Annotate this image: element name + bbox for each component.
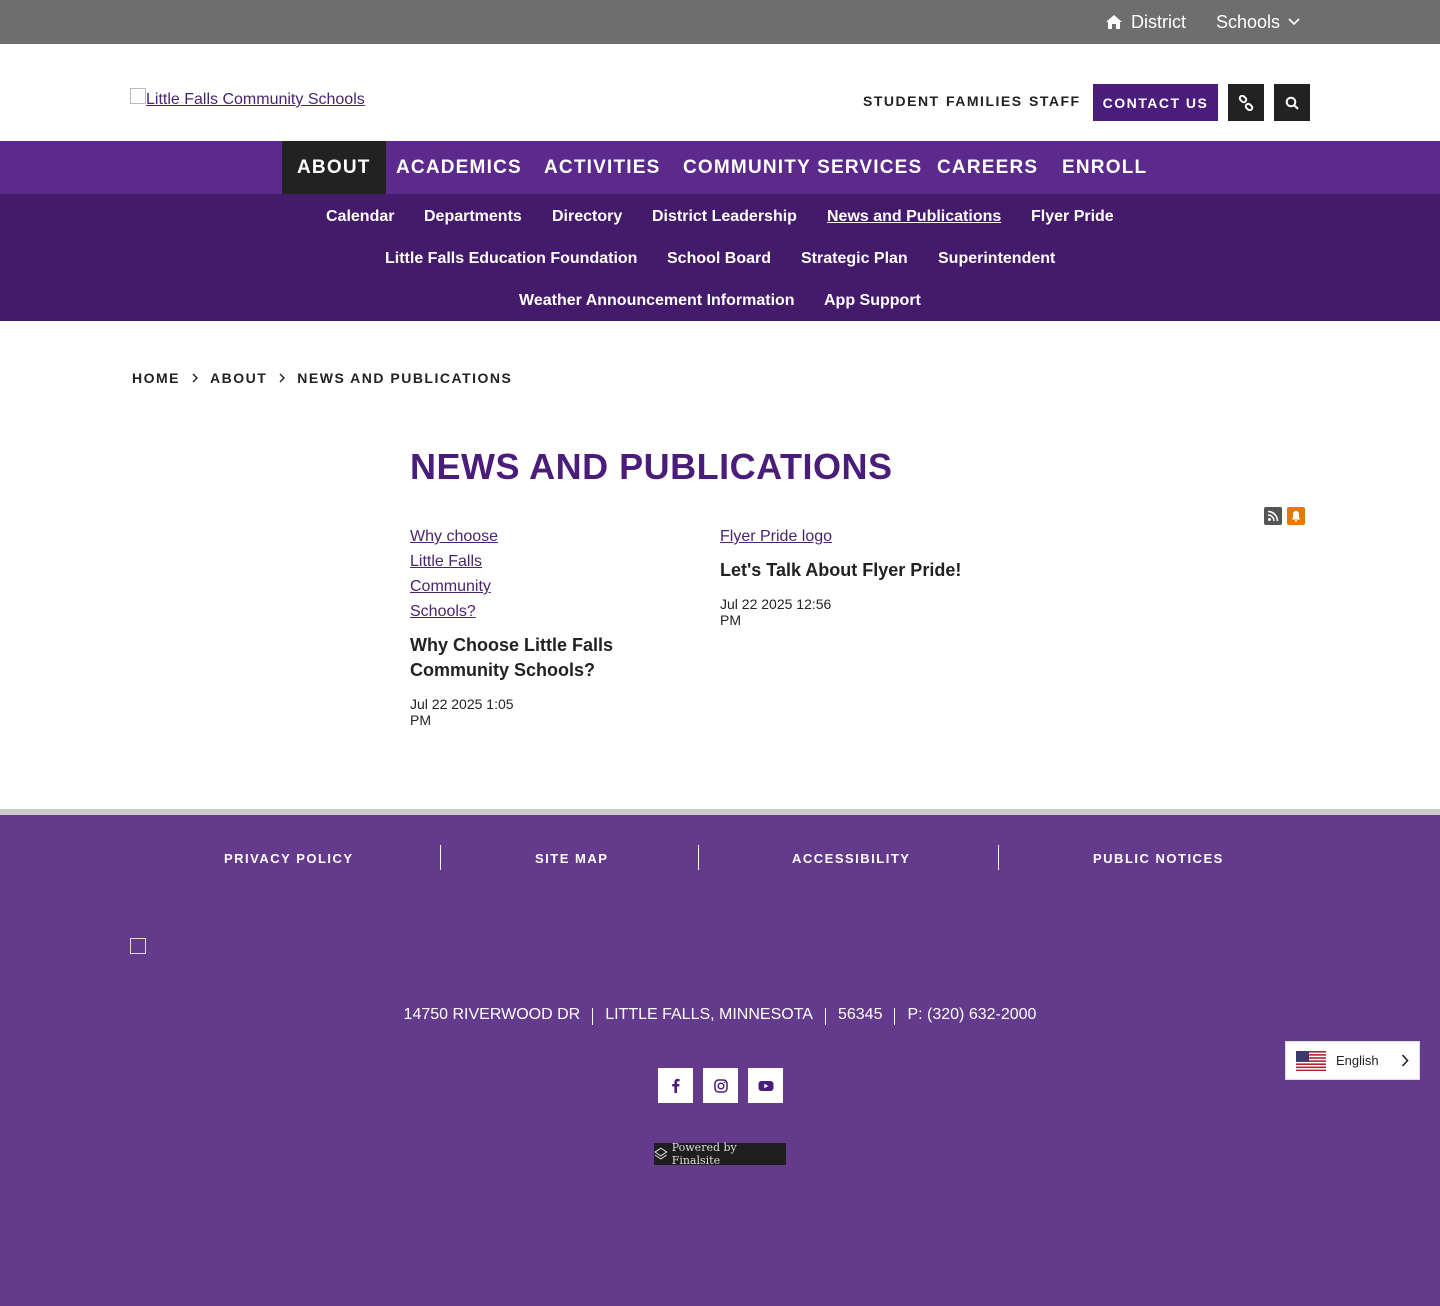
news-post: Why choose Little Falls Community School… xyxy=(410,524,613,728)
subnav-calendar[interactable]: Calendar xyxy=(326,208,394,226)
address-city-state: LITTLE FALLS, MINNESOTA xyxy=(605,1006,813,1023)
logo-alt-text: Little Falls Community Schools xyxy=(146,91,365,108)
us-flag-icon xyxy=(1296,1050,1326,1071)
schools-dropdown[interactable]: Schools xyxy=(1216,10,1300,34)
subnav-directory[interactable]: Directory xyxy=(552,208,622,226)
footer-address: 14750 RIVERWOOD DR LITTLE FALLS, MINNESO… xyxy=(0,1006,1440,1025)
breadcrumb-home[interactable]: HOME xyxy=(132,370,180,386)
footer-link-accessibility[interactable]: ACCESSIBILITY xyxy=(792,851,910,866)
nav-about[interactable]: ABOUT xyxy=(282,141,386,194)
footer-link-divider xyxy=(698,845,699,870)
facebook-icon[interactable] xyxy=(658,1068,693,1103)
chevron-right-icon xyxy=(1401,1054,1409,1067)
nav-enroll[interactable]: ENROLL xyxy=(1047,141,1162,194)
subnav-news-and-publications[interactable]: News and Publications xyxy=(827,208,1001,226)
link-icon xyxy=(1238,94,1254,111)
footer-link-divider xyxy=(998,845,999,870)
site-header: Little Falls Community Schools STUDENT F… xyxy=(0,44,1440,141)
broken-image-icon xyxy=(130,88,146,104)
language-label: English xyxy=(1336,1053,1379,1068)
district-label: District xyxy=(1131,11,1186,32)
finalsite-logo-icon xyxy=(654,1147,668,1160)
breadcrumb-about[interactable]: ABOUT xyxy=(210,370,267,386)
post-date: Jul 22 2025 12:56 PM xyxy=(720,596,832,628)
search-button[interactable] xyxy=(1274,84,1310,121)
sub-nav: Calendar Departments Directory District … xyxy=(0,194,1440,321)
subnav-education-foundation[interactable]: Little Falls Education Foundation xyxy=(385,250,637,268)
nav-careers[interactable]: CAREERS xyxy=(922,141,1053,194)
footer-link-public-notices[interactable]: PUBLIC NOTICES xyxy=(1093,851,1224,866)
bell-icon[interactable] xyxy=(1287,507,1305,525)
post-image-link[interactable]: Flyer Pride logo xyxy=(720,524,840,549)
search-icon xyxy=(1285,96,1299,110)
rss-icon[interactable] xyxy=(1264,507,1282,525)
post-title[interactable]: Why Choose Little Falls Community School… xyxy=(410,633,670,683)
subnav-strategic-plan[interactable]: Strategic Plan xyxy=(801,250,908,268)
post-image-link[interactable]: Why choose Little Falls Community School… xyxy=(410,524,530,624)
chevron-right-icon xyxy=(279,373,286,383)
footer-link-divider xyxy=(440,845,441,870)
site-footer: PRIVACY POLICY SITE MAP ACCESSIBILITY PU… xyxy=(0,815,1440,1306)
youtube-icon[interactable] xyxy=(748,1068,783,1103)
district-link[interactable]: District xyxy=(1105,10,1186,34)
quick-links-button[interactable] xyxy=(1228,84,1264,121)
utility-bar: District Schools xyxy=(0,0,1440,44)
chevron-right-icon xyxy=(192,373,198,383)
breadcrumb: HOME ABOUT NEWS AND PUBLICATIONS xyxy=(132,370,512,386)
breadcrumb-current: NEWS AND PUBLICATIONS xyxy=(297,370,513,386)
footer-link-privacy-policy[interactable]: PRIVACY POLICY xyxy=(224,851,354,866)
chevron-down-icon xyxy=(1288,18,1300,26)
schools-label: Schools xyxy=(1216,11,1281,32)
powered-by-finalsite-badge[interactable]: Powered by Finalsite xyxy=(654,1141,786,1167)
nav-academics[interactable]: ACADEMICS xyxy=(381,141,537,194)
contact-us-button[interactable]: CONTACT US xyxy=(1093,84,1218,121)
instagram-icon[interactable] xyxy=(703,1068,738,1103)
audience-link-families[interactable]: FAMILIES xyxy=(946,93,1023,109)
subnav-district-leadership[interactable]: District Leadership xyxy=(652,208,797,226)
audience-link-student[interactable]: STUDENT xyxy=(863,93,940,109)
post-date: Jul 22 2025 1:05 PM xyxy=(410,696,514,728)
nav-activities[interactable]: ACTIVITIES xyxy=(529,141,676,194)
home-icon xyxy=(1106,15,1122,29)
audience-link-staff[interactable]: STAFF xyxy=(1029,93,1081,109)
address-street: 14750 RIVERWOOD DR xyxy=(403,1006,581,1023)
subnav-app-support[interactable]: App Support xyxy=(824,292,921,310)
address-phone[interactable]: P: (320) 632-2000 xyxy=(895,1006,1048,1025)
address-zip: 56345 xyxy=(837,1006,883,1023)
post-title[interactable]: Let's Talk About Flyer Pride! xyxy=(720,558,1020,583)
subnav-departments[interactable]: Departments xyxy=(424,208,522,226)
subnav-superintendent[interactable]: Superintendent xyxy=(938,250,1055,268)
footer-logo[interactable] xyxy=(130,938,146,954)
subnav-flyer-pride[interactable]: Flyer Pride xyxy=(1031,208,1114,226)
language-selector[interactable]: English xyxy=(1285,1041,1420,1080)
news-post: Flyer Pride logo Let's Talk About Flyer … xyxy=(720,524,961,628)
subnav-weather-announcement[interactable]: Weather Announcement Information xyxy=(519,292,795,310)
site-logo-link[interactable]: Little Falls Community Schools xyxy=(130,88,365,109)
powered-by-text: Powered by Finalsite xyxy=(671,1141,737,1167)
nav-community-services[interactable]: COMMUNITY SERVICES xyxy=(668,141,937,194)
page-title: NEWS AND PUBLICATIONS xyxy=(410,446,893,487)
footer-link-site-map[interactable]: SITE MAP xyxy=(535,851,608,866)
subnav-school-board[interactable]: School Board xyxy=(667,250,771,268)
main-nav: ABOUT ACADEMICS ACTIVITIES COMMUNITY SER… xyxy=(0,141,1440,194)
